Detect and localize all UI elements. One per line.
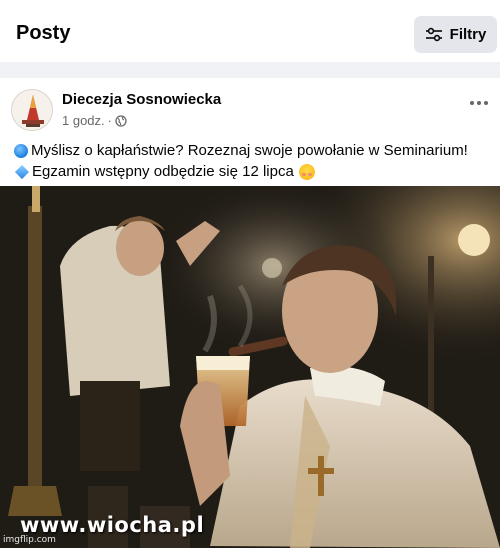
posts-header: Posty Filtry	[0, 0, 500, 62]
imgflip-credit: imgflip.com	[3, 535, 56, 545]
relieved-face-icon	[298, 163, 315, 180]
more-horizontal-icon[interactable]	[470, 98, 494, 108]
page-title: Posty	[16, 22, 71, 44]
post-text-line-2: Egzamin wstępny odbędzie się 12 lipca	[32, 163, 294, 180]
globe-icon	[115, 114, 127, 127]
blue-circle-icon	[14, 143, 28, 158]
post-image[interactable]	[0, 186, 500, 548]
watermark-text: www.wiocha.pl	[20, 513, 205, 537]
post-meta: 1 godz. ·	[62, 113, 127, 128]
post-text: Myślisz o kapłaństwie? Rozeznaj swoje po…	[14, 140, 494, 182]
filter-button-label: Filtry	[449, 26, 487, 43]
diocese-logo	[12, 90, 52, 130]
post-line-1: Myślisz o kapłaństwie? Rozeznaj swoje po…	[14, 140, 494, 161]
post-time[interactable]: 1 godz.	[62, 113, 105, 128]
post-author[interactable]: Diecezja Sosnowiecka	[62, 91, 221, 108]
post-line-2: Egzamin wstępny odbędzie się 12 lipca	[14, 161, 494, 182]
post-card: Diecezja Sosnowiecka 1 godz. · Myślisz o…	[0, 78, 500, 548]
avatar[interactable]	[11, 89, 53, 131]
sliders-icon	[425, 27, 443, 43]
post-text-line-1: Myślisz o kapłaństwie? Rozeznaj swoje po…	[31, 142, 468, 159]
meta-separator: ·	[107, 113, 112, 128]
filter-button[interactable]: Filtry	[414, 16, 497, 53]
priest-cigar-photo	[0, 186, 500, 548]
small-blue-diamond-icon	[14, 164, 30, 179]
